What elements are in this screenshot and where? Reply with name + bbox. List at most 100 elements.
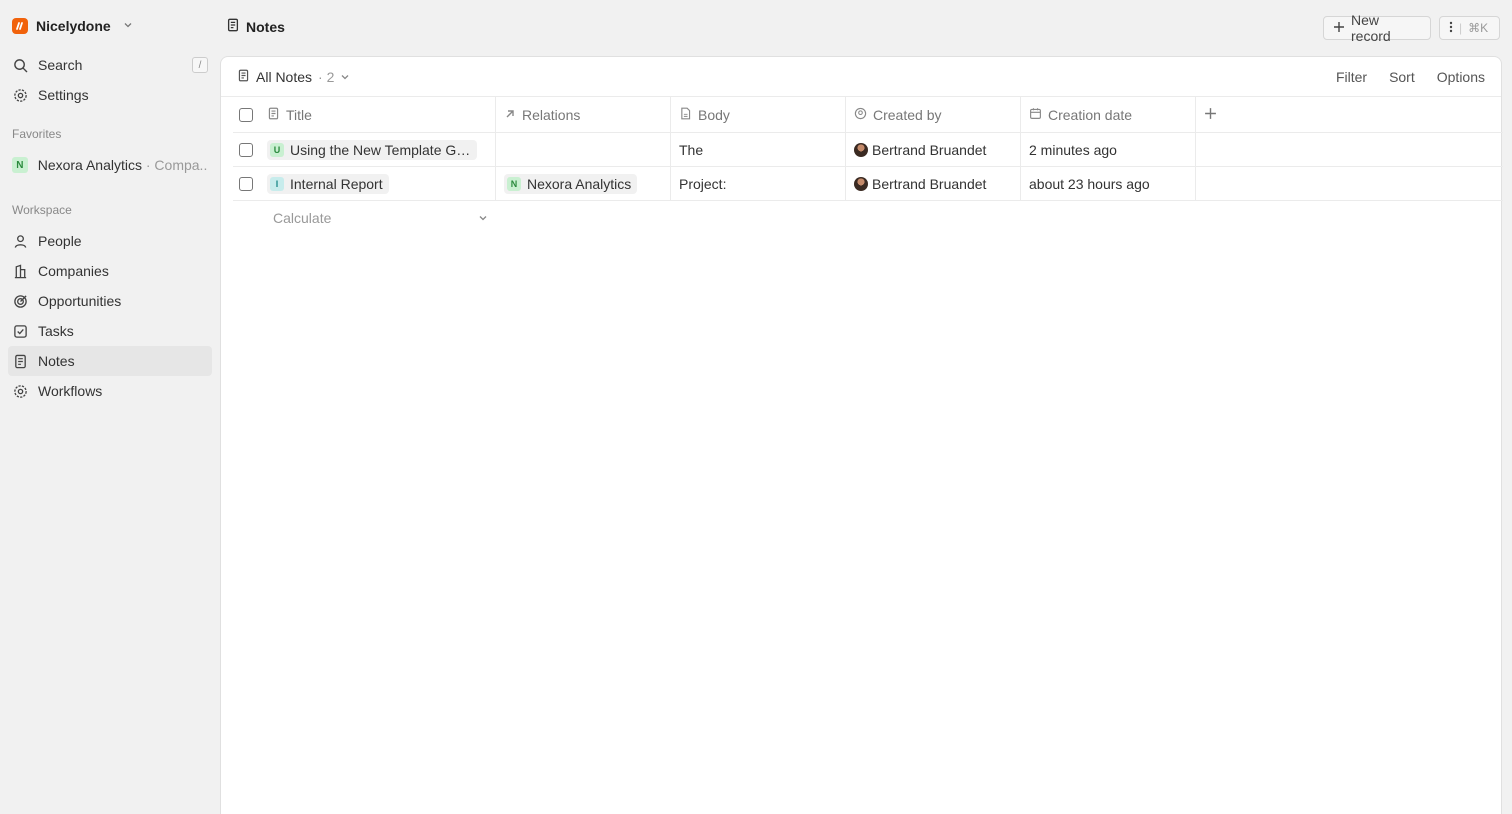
workspace-switcher[interactable]: Nicelydone (8, 8, 212, 44)
checkbox-icon (12, 323, 28, 339)
creation-date-cell[interactable]: 2 minutes ago (1021, 133, 1196, 166)
notes-icon (267, 107, 280, 123)
column-label: Title (286, 106, 312, 123)
avatar (854, 176, 868, 191)
row-select-cell (233, 167, 259, 200)
creator-name: Bertrand Bruandet (872, 141, 987, 158)
sidebar-item-workflows[interactable]: Workflows (8, 376, 212, 406)
search-label: Search (38, 57, 83, 73)
column-header-creation-date[interactable]: Creation date (1021, 97, 1196, 132)
sidebar-item-tasks[interactable]: Tasks (8, 316, 212, 346)
options-button[interactable]: Options (1437, 69, 1485, 85)
notes-icon (226, 18, 240, 35)
arrow-up-right-icon (504, 107, 516, 123)
record-chip[interactable]: I Internal Report (267, 173, 389, 194)
target-icon (12, 293, 28, 309)
page-title: Notes (226, 18, 285, 35)
column-label: Creation date (1048, 106, 1133, 123)
workspace-name: Nicelydone (36, 18, 111, 34)
user-circle-icon (854, 107, 867, 123)
title-cell[interactable]: I Internal Report (259, 167, 496, 200)
column-header-body[interactable]: Body (671, 97, 846, 132)
settings-item[interactable]: Settings (8, 80, 212, 110)
body-cell[interactable]: The (671, 133, 846, 166)
view-switcher[interactable]: All Notes · 2 (237, 69, 350, 85)
calculate-row: Calculate (233, 201, 1503, 235)
relations-cell[interactable] (496, 133, 671, 166)
column-header-title[interactable]: Title (259, 97, 496, 132)
workspace-heading: Workspace (12, 203, 72, 217)
favorite-item[interactable]: N Nexora Analytics · Compa... (8, 150, 212, 180)
records-table: Title Relations Body Created by Creation… (233, 97, 1503, 235)
column-label: Relations (522, 106, 581, 123)
more-vertical-icon (1449, 21, 1453, 36)
record-badge: I (270, 176, 284, 191)
favorites-heading: Favorites (12, 127, 62, 141)
search-icon (12, 57, 28, 73)
sidebar-item-label: Opportunities (38, 293, 122, 309)
sort-button[interactable]: Sort (1389, 69, 1415, 85)
page-title-text: Notes (246, 18, 285, 35)
sidebar-item-label: People (38, 233, 82, 249)
sidebar-item-opportunities[interactable]: Opportunities (8, 286, 212, 316)
created-by-cell[interactable]: Bertrand Bruandet (846, 167, 1021, 200)
filter-button[interactable]: Filter (1336, 69, 1367, 85)
column-label: Created by (873, 106, 942, 123)
column-header-relations[interactable]: Relations (496, 97, 671, 132)
settings-label: Settings (38, 87, 89, 103)
row-checkbox[interactable] (239, 176, 253, 191)
sidebar-item-label: Companies (38, 263, 109, 279)
select-all-cell (233, 97, 259, 132)
sidebar-item-label: Workflows (38, 383, 103, 399)
column-label: Body (698, 106, 730, 123)
search-item[interactable]: Search / (8, 50, 212, 80)
notes-icon (12, 353, 28, 369)
record-title: Using the New Template Ga... (290, 141, 471, 158)
record-chip[interactable]: U Using the New Template Ga... (267, 139, 477, 160)
title-cell[interactable]: U Using the New Template Ga... (259, 133, 496, 166)
sidebar-item-label: Notes (38, 353, 75, 369)
person-icon (12, 233, 28, 249)
view-bar: All Notes · 2 Filter Sort Options (221, 57, 1501, 97)
calculate-label: Calculate (273, 210, 332, 226)
sidebar-item-companies[interactable]: Companies (8, 256, 212, 286)
sidebar-item-notes[interactable]: Notes (8, 346, 212, 376)
row-checkbox[interactable] (239, 142, 253, 157)
table-header: Title Relations Body Created by Creation… (233, 97, 1503, 133)
notes-panel: All Notes · 2 Filter Sort Options Title (220, 56, 1503, 814)
document-icon (679, 107, 692, 123)
select-all-checkbox[interactable] (239, 107, 253, 122)
add-column-icon[interactable] (1204, 107, 1217, 123)
top-bar: Notes New record | ⌘K (220, 0, 1512, 56)
sidebar-item-label: Tasks (38, 323, 74, 339)
chevron-down-icon (478, 210, 488, 226)
chevron-down-icon (123, 20, 133, 33)
command-shortcut: ⌘K (1468, 21, 1489, 35)
record-title: Internal Report (290, 175, 383, 192)
calculate-button[interactable]: Calculate (233, 210, 496, 226)
creation-date-cell[interactable]: about 23 hours ago (1021, 167, 1196, 200)
separator: | (1459, 21, 1463, 35)
table-row[interactable]: U Using the New Template Ga... The Bertr… (233, 133, 1503, 167)
workspace-logo (12, 18, 28, 34)
relation-chip[interactable]: N Nexora Analytics (504, 173, 638, 194)
body-cell[interactable]: Project: (671, 167, 846, 200)
calendar-icon (1029, 107, 1042, 123)
gear-icon (12, 87, 28, 103)
creator-name: Bertrand Bruandet (872, 175, 987, 192)
more-actions-button[interactable]: | ⌘K (1439, 16, 1500, 40)
empty-cell (1196, 167, 1503, 200)
new-record-button[interactable]: New record (1323, 12, 1431, 44)
table-row[interactable]: I Internal Report N Nexora Analytics Pro… (233, 167, 1503, 201)
created-by-cell[interactable]: Bertrand Bruandet (846, 133, 1021, 166)
gear-icon (12, 383, 28, 399)
row-select-cell (233, 133, 259, 166)
sidebar-item-people[interactable]: People (8, 226, 212, 256)
relations-cell[interactable]: N Nexora Analytics (496, 167, 671, 200)
favorite-sub: · Compa... (145, 157, 208, 173)
view-actions: Filter Sort Options (1336, 69, 1485, 85)
column-header-created-by[interactable]: Created by (846, 97, 1021, 132)
add-column-cell (1196, 97, 1503, 132)
avatar (854, 142, 868, 157)
new-record-label: New record (1351, 12, 1391, 44)
